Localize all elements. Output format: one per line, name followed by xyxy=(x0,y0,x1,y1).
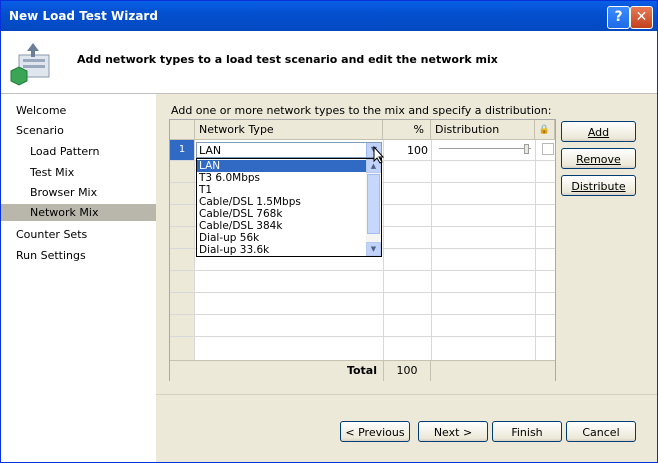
option-cable-dsl-768k[interactable]: Cable/DSL 768k xyxy=(199,208,282,220)
total-label: Total xyxy=(346,364,377,377)
total-row: Total 100 xyxy=(170,360,555,381)
row-header-column xyxy=(170,140,194,360)
add-button-label: Add xyxy=(587,126,610,139)
remove-button-label: Remove xyxy=(576,153,621,166)
option-cable-dsl-384k[interactable]: Cable/DSL 384k xyxy=(199,220,282,232)
previous-button-label: < Previous xyxy=(345,426,405,439)
nav-item-network-mix-label: Network Mix xyxy=(30,206,99,219)
next-button[interactable]: Next > xyxy=(418,421,488,442)
help-button[interactable]: ? xyxy=(607,6,630,29)
cancel-button[interactable]: Cancel xyxy=(566,421,636,442)
cancel-button-label: Cancel xyxy=(582,426,620,439)
wizard-window: New Load Test Wizard ? ✕ Add network typ… xyxy=(0,0,658,463)
nav-item-browser-mix[interactable]: Browser Mix xyxy=(30,186,97,199)
instruction-text: Add one or more network types to the mix… xyxy=(171,104,552,117)
row1-distribution-slider[interactable] xyxy=(439,144,531,154)
column-header-percent[interactable]: % xyxy=(383,120,431,140)
title-bar[interactable]: New Load Test Wizard ? ✕ xyxy=(1,1,657,31)
nav-item-test-mix[interactable]: Test Mix xyxy=(30,166,74,179)
column-header-network-type[interactable]: Network Type xyxy=(195,120,383,140)
window-title: New Load Test Wizard xyxy=(9,9,158,23)
grid-corner-header xyxy=(170,120,195,140)
dropdown-scrollbar[interactable]: ▲ ▼ xyxy=(366,159,381,256)
nav-item-scenario[interactable]: Scenario xyxy=(16,124,64,137)
distribute-button[interactable]: Distribute xyxy=(561,175,636,196)
lock-column-header[interactable]: 🔒 xyxy=(535,120,555,140)
row1-percent[interactable]: 100 xyxy=(392,144,428,157)
option-t1[interactable]: T1 xyxy=(199,184,212,196)
total-value: 100 xyxy=(383,361,431,381)
option-dialup-56k[interactable]: Dial-up 56k xyxy=(199,232,259,244)
column-header-distribution[interactable]: Distribution xyxy=(431,120,535,140)
scroll-thumb[interactable] xyxy=(367,174,380,234)
row1-lock-checkbox[interactable] xyxy=(542,143,554,155)
scroll-down-button[interactable]: ▼ xyxy=(366,242,381,256)
remove-button[interactable]: Remove xyxy=(561,148,636,169)
row-header-1[interactable]: 1 xyxy=(170,140,194,160)
lock-icon: 🔒 xyxy=(538,125,551,135)
wizard-header: Add network types to a load test scenari… xyxy=(1,31,657,94)
distribute-button-label: Distribute xyxy=(571,180,626,193)
network-type-value: LAN xyxy=(199,144,222,157)
nav-item-welcome[interactable]: Welcome xyxy=(16,104,66,117)
network-type-combo[interactable]: LAN ▼ xyxy=(196,142,382,158)
option-lan[interactable]: LAN xyxy=(197,160,366,172)
add-button[interactable]: Add xyxy=(561,121,636,142)
wizard-nav: Welcome Scenario Load Pattern Test Mix B… xyxy=(1,94,156,462)
previous-button[interactable]: < Previous xyxy=(340,421,410,442)
nav-item-network-mix[interactable]: Network Mix xyxy=(1,204,156,221)
close-button[interactable]: ✕ xyxy=(630,6,653,29)
slider-thumb[interactable] xyxy=(524,144,529,154)
slider-track xyxy=(439,148,531,152)
question-icon: ? xyxy=(614,9,623,25)
finish-button[interactable]: Finish xyxy=(492,421,562,442)
mouse-cursor-icon xyxy=(373,146,385,164)
header-text: Add network types to a load test scenari… xyxy=(77,53,498,66)
next-button-label: Next > xyxy=(433,426,473,439)
wizard-network-icon xyxy=(10,43,50,86)
nav-item-counter-sets[interactable]: Counter Sets xyxy=(16,228,87,241)
network-mix-grid[interactable]: Network Type % Distribution 🔒 1 100 LAN … xyxy=(169,119,556,381)
chevron-down-icon: ▼ xyxy=(370,245,377,253)
option-cable-dsl-1-5mbps[interactable]: Cable/DSL 1.5Mbps xyxy=(199,196,301,208)
nav-item-load-pattern[interactable]: Load Pattern xyxy=(30,145,99,158)
nav-item-run-settings[interactable]: Run Settings xyxy=(16,249,86,262)
option-t3[interactable]: T3 6.0Mbps xyxy=(199,172,260,184)
network-type-dropdown-list[interactable]: LAN T3 6.0Mbps T1 Cable/DSL 1.5Mbps Cabl… xyxy=(196,158,382,257)
close-icon: ✕ xyxy=(635,9,648,25)
option-dialup-33-6k[interactable]: Dial-up 33.6k xyxy=(199,244,269,256)
finish-button-label: Finish xyxy=(511,426,543,439)
main-pane: Add one or more network types to the mix… xyxy=(156,94,657,462)
